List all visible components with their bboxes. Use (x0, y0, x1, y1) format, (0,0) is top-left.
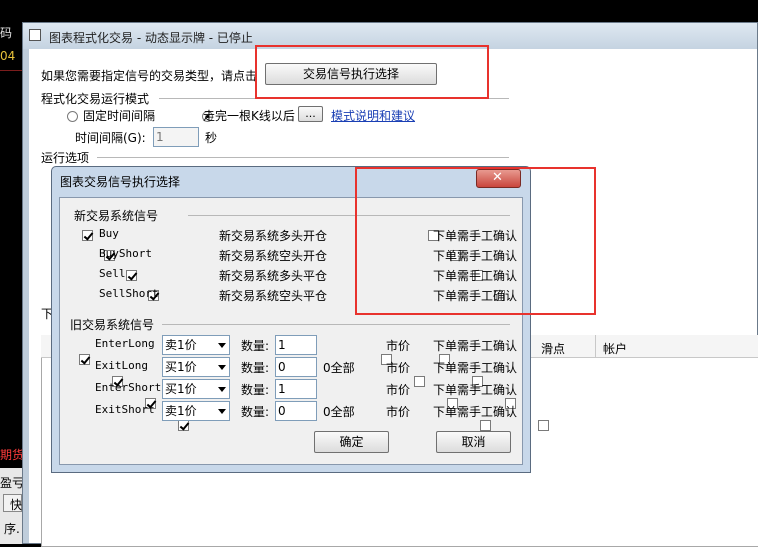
manual-confirm-label: 下单需手工确认 (433, 361, 518, 375)
price-type-select[interactable]: 卖1价 (162, 401, 230, 421)
old-signals-group-label: 旧交易系统信号 (70, 318, 155, 332)
bg-seq-tag: 序. (4, 522, 20, 536)
old-signal-name: ExitShort (95, 403, 155, 416)
price-type-select[interactable]: 卖1价 (162, 335, 230, 355)
signal-button-highlight (255, 45, 489, 99)
col-header-account[interactable]: 帐户 (603, 340, 627, 357)
price-type-select[interactable]: 买1价 (162, 357, 230, 377)
run-mode-group-label: 程式化交易运行模式 (41, 92, 150, 106)
run-options-divider (97, 157, 509, 158)
bg-fast-label: 快 (10, 498, 23, 512)
signal-type-prompt: 如果您需要指定信号的交易类型，请点击 (41, 69, 258, 83)
market-price-label: 市价 (386, 339, 411, 353)
qty-input[interactable]: 1 (275, 335, 317, 355)
ok-button[interactable]: 确定 (314, 431, 389, 453)
interval-unit: 秒 (205, 131, 218, 145)
mode-help-link[interactable]: 模式说明和建议 (331, 107, 415, 124)
qty-label: 数量: (241, 405, 270, 419)
manual-confirm-label: 下单需手工确认 (433, 383, 518, 397)
run-options-label: 运行选项 (41, 151, 90, 165)
new-signal-name: BuyShort (99, 247, 152, 260)
market-price-checkbox[interactable] (480, 420, 491, 431)
chevron-down-icon (214, 380, 229, 398)
bg-price-fragment: 04 (0, 49, 16, 63)
interval-input[interactable]: 1 (153, 127, 199, 147)
new-signal-checkbox[interactable] (126, 270, 137, 281)
mode-fixed-label: 固定时间间隔 (83, 109, 156, 123)
bg-fast-button[interactable]: 快 (3, 494, 22, 512)
all-label: 0全部 (323, 361, 355, 375)
new-signal-name: Buy (99, 227, 119, 240)
chevron-down-icon (214, 336, 229, 354)
bg-profit-tag: 盈亏 (0, 476, 25, 490)
window-app-icon (29, 29, 41, 41)
cancel-button[interactable]: 取消 (436, 431, 511, 453)
col-header-slippage[interactable]: 滑点 (541, 340, 565, 357)
new-signal-desc: 新交易系统空头开仓 (219, 249, 328, 263)
market-price-label: 市价 (386, 405, 411, 419)
manual-confirm-checkbox[interactable] (538, 420, 549, 431)
interval-label: 时间间隔(G): (75, 131, 146, 145)
qty-input[interactable]: 0 (275, 357, 317, 377)
bg-divider (0, 70, 22, 71)
qty-input[interactable]: 1 (275, 379, 317, 399)
window-title: 图表程式化交易 - 动态显示牌 - 已停止 (49, 31, 253, 45)
all-label: 0全部 (323, 405, 355, 419)
col-divider (595, 335, 596, 357)
old-signal-checkbox[interactable] (79, 354, 90, 365)
chevron-down-icon (214, 358, 229, 376)
dialog-title: 图表交易信号执行选择 (60, 175, 181, 189)
market-price-label: 市价 (386, 361, 411, 375)
bg-code-fragment: 码 (0, 26, 13, 40)
old-signal-name: EnterShort (95, 381, 162, 394)
manual-confirm-highlight (355, 167, 596, 315)
price-type-value: 卖1价 (165, 338, 197, 352)
new-signals-group-label: 新交易系统信号 (74, 209, 159, 223)
qty-label: 数量: (241, 339, 270, 353)
price-type-value: 买1价 (165, 382, 197, 396)
manual-confirm-label: 下单需手工确认 (433, 339, 518, 353)
mode-fixed-radio[interactable] (67, 111, 78, 122)
new-signal-desc: 新交易系统多头开仓 (219, 229, 328, 243)
new-signal-checkbox[interactable] (82, 230, 93, 241)
chevron-down-icon (214, 402, 229, 420)
price-type-select[interactable]: 买1价 (162, 379, 230, 399)
old-group-divider (162, 324, 510, 325)
market-price-checkbox[interactable] (414, 376, 425, 387)
new-signal-name: SellShort (99, 287, 159, 300)
bg-futures-tag: 期货 (0, 448, 25, 462)
new-signal-name: Sell (99, 267, 126, 280)
manual-confirm-label: 下单需手工确认 (433, 405, 518, 419)
qty-label: 数量: (241, 361, 270, 375)
mode-bar-label: 走完一根K线以后 (203, 109, 295, 123)
old-signal-name: EnterLong (95, 337, 155, 350)
new-signal-desc: 新交易系统空头平仓 (219, 289, 328, 303)
old-signal-checkbox[interactable] (178, 420, 189, 431)
qty-label: 数量: (241, 383, 270, 397)
more-button[interactable]: ... (298, 106, 323, 122)
price-type-value: 卖1价 (165, 404, 197, 418)
market-price-label: 市价 (386, 383, 411, 397)
old-signal-name: ExitLong (95, 359, 148, 372)
new-signal-desc: 新交易系统多头平仓 (219, 269, 328, 283)
qty-input[interactable]: 0 (275, 401, 317, 421)
price-type-value: 买1价 (165, 360, 197, 374)
